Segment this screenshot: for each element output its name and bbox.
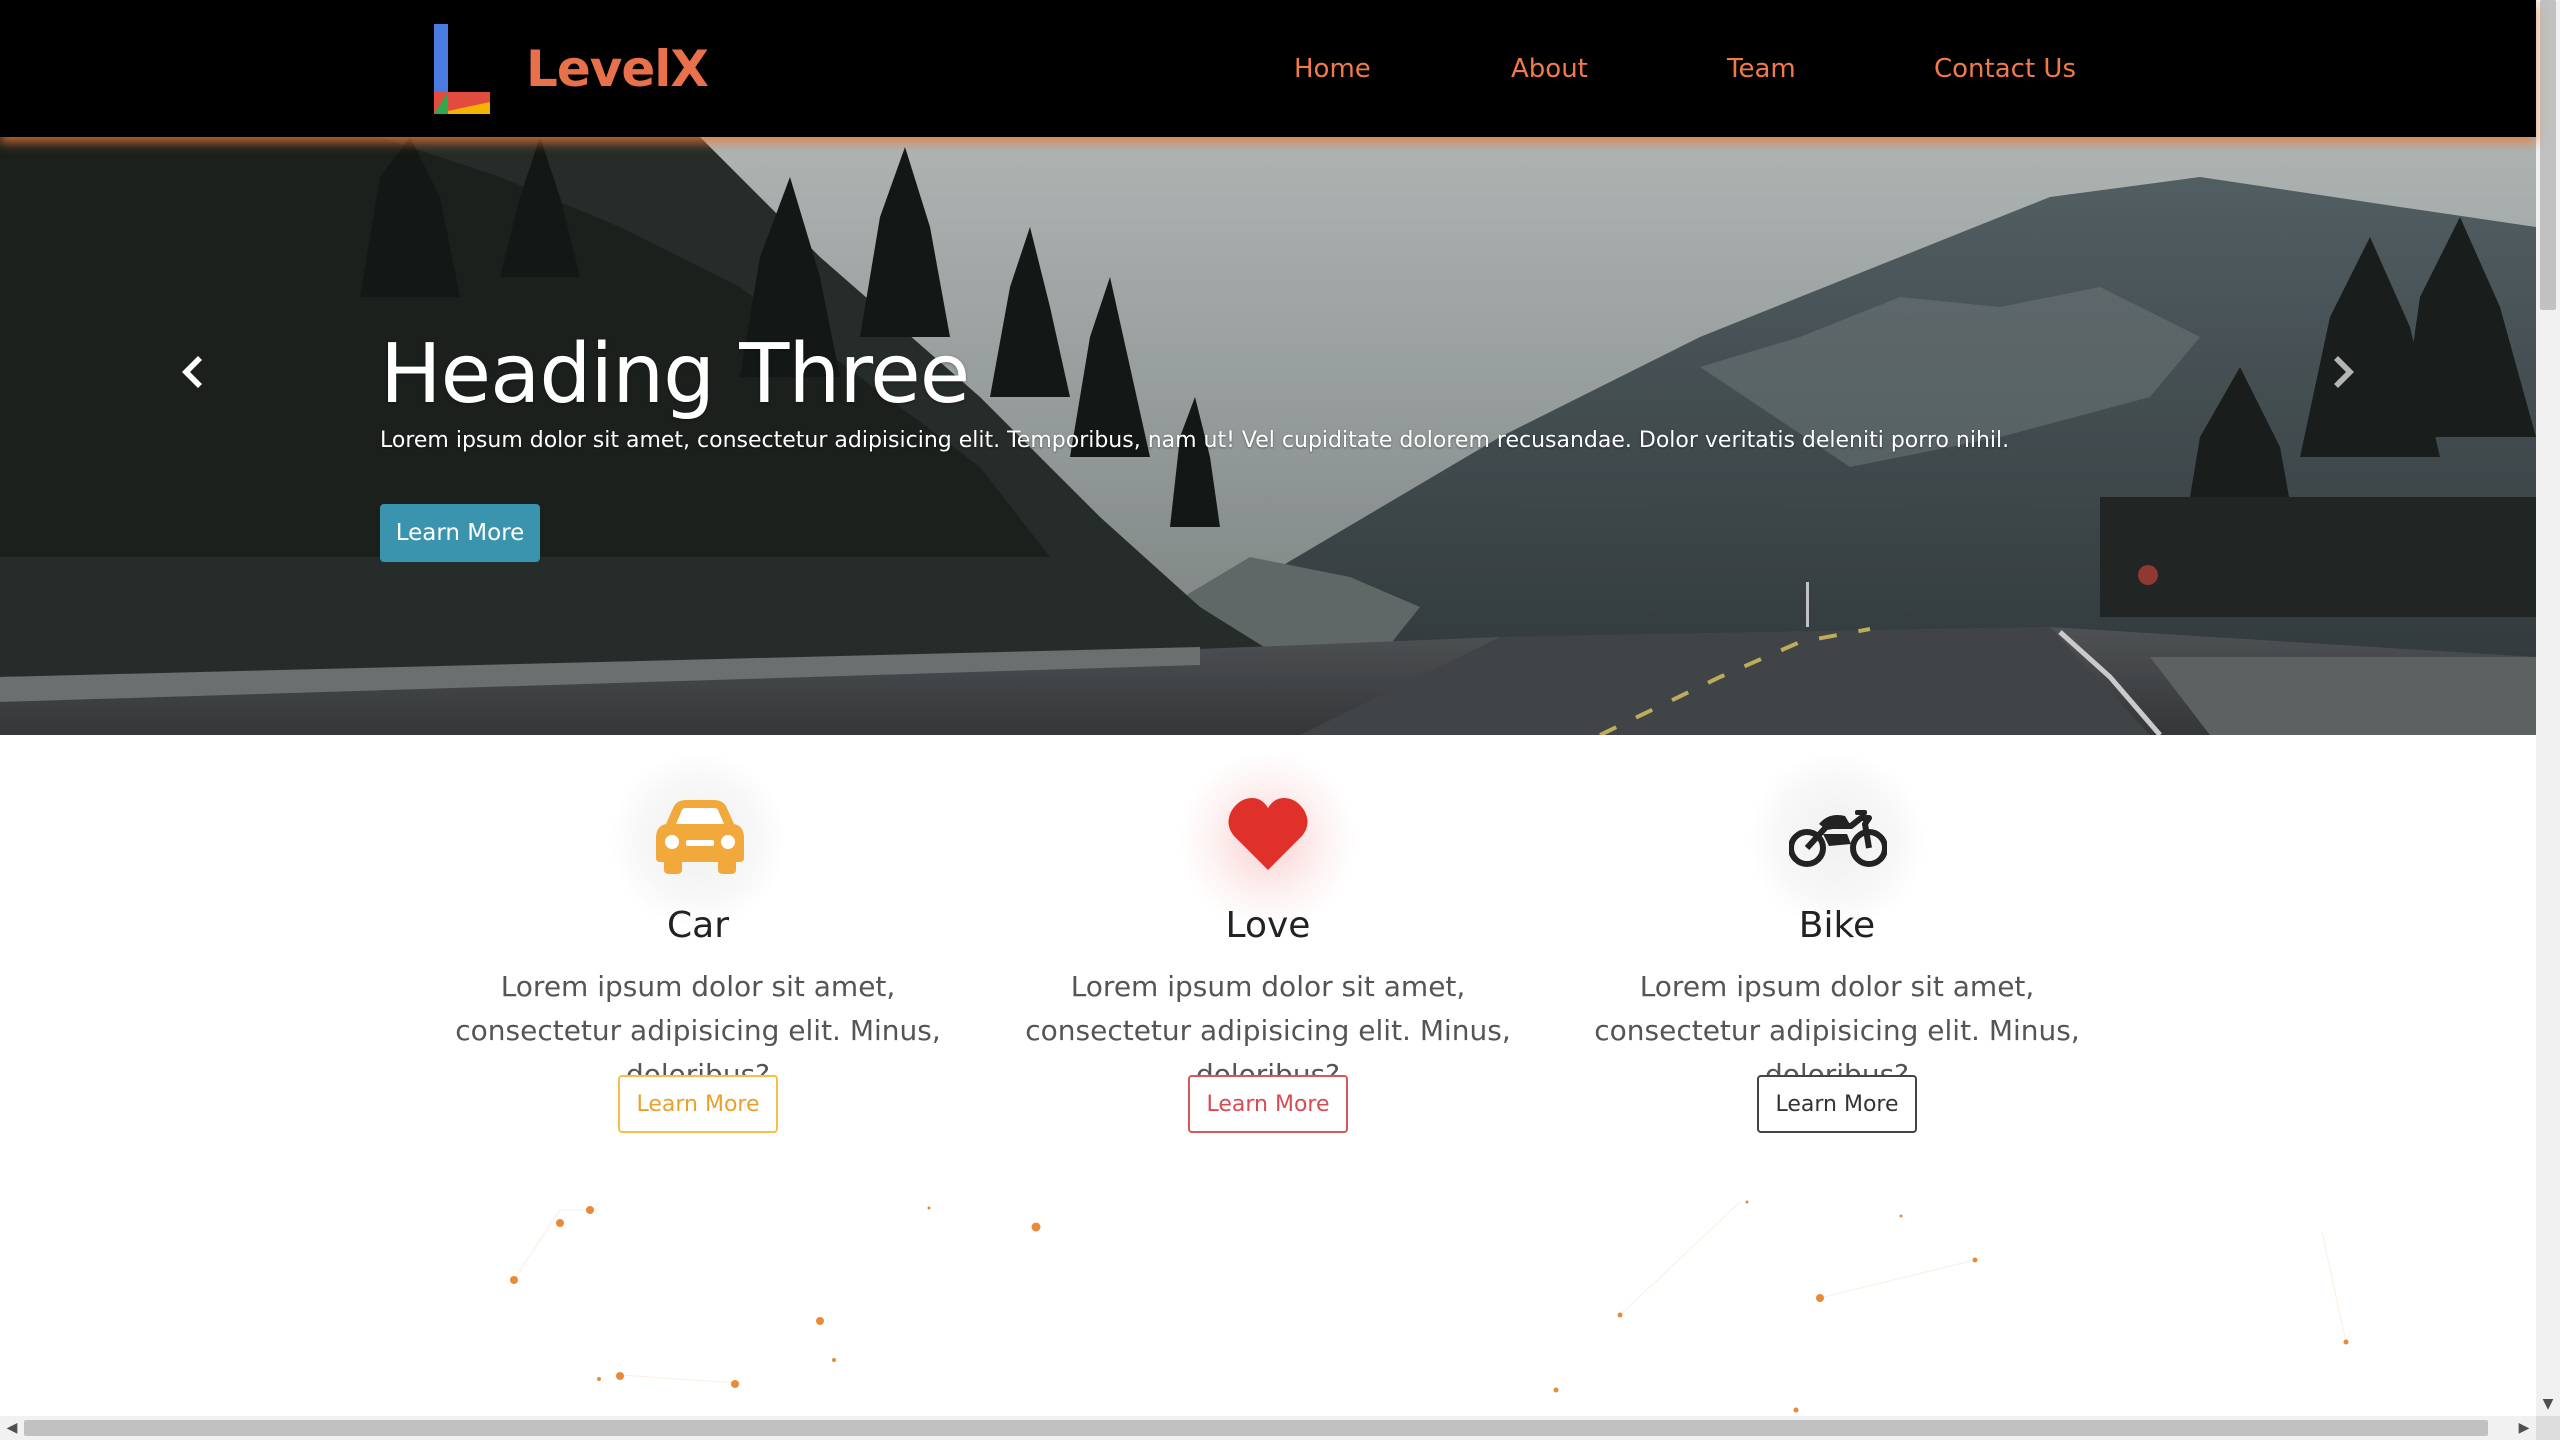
heart-icon [1228, 798, 1308, 870]
chevron-left-icon [182, 356, 202, 388]
brand-name: LevelX [526, 40, 709, 98]
hero-learn-more-button[interactable]: Learn More [380, 504, 540, 562]
hero-heading: Heading Three [380, 327, 970, 422]
horizontal-scrollbar[interactable]: ◀ ▶ [0, 1416, 2536, 1440]
nav-link-home[interactable]: Home [1294, 54, 1371, 84]
levelx-logo-icon [434, 24, 490, 114]
motorcycle-icon [1789, 810, 1887, 867]
bike-learn-more-button[interactable]: Learn More [1757, 1075, 1917, 1133]
scroll-right-arrow-icon[interactable]: ▶ [2512, 1416, 2536, 1440]
feature-title: Love [1225, 905, 1311, 946]
navbar: LevelX Home About Team Contact Us [0, 0, 2536, 137]
hero-carousel: Heading Three Lorem ipsum dolor sit amet… [0, 137, 2536, 735]
brand-link[interactable]: LevelX [434, 24, 709, 114]
feature-icon-wrap [1178, 750, 1358, 930]
feature-icon-wrap [1747, 750, 1927, 930]
scroll-down-arrow-icon[interactable]: ▼ [2536, 1392, 2560, 1416]
feature-icon-wrap [608, 750, 788, 930]
nav-link-contact-us[interactable]: Contact Us [1934, 54, 2076, 84]
carousel-next-button[interactable] [2326, 342, 2366, 402]
carousel-prev-button[interactable] [170, 342, 210, 402]
love-learn-more-button[interactable]: Learn More [1188, 1075, 1348, 1133]
chevron-right-icon [2334, 356, 2354, 388]
nav-link-about[interactable]: About [1511, 54, 1588, 84]
feature-title: Bike [1798, 905, 1876, 946]
scrollbar-corner [2536, 1416, 2560, 1440]
particles-background [510, 1200, 2349, 1413]
carousel-caption: Heading Three Lorem ipsum dolor sit amet… [380, 327, 2080, 562]
feature-title: Car [667, 905, 729, 946]
nav-link-team[interactable]: Team [1727, 54, 1796, 84]
car-learn-more-button[interactable]: Learn More [618, 1075, 778, 1133]
vertical-scrollbar[interactable]: ▼ [2536, 0, 2560, 1416]
scroll-left-arrow-icon[interactable]: ◀ [0, 1416, 24, 1440]
hero-text: Lorem ipsum dolor sit amet, consectetur … [380, 428, 2010, 454]
horizontal-scrollbar-thumb[interactable] [24, 1420, 2488, 1436]
vertical-scrollbar-thumb[interactable] [2540, 0, 2556, 310]
car-icon [656, 800, 744, 874]
